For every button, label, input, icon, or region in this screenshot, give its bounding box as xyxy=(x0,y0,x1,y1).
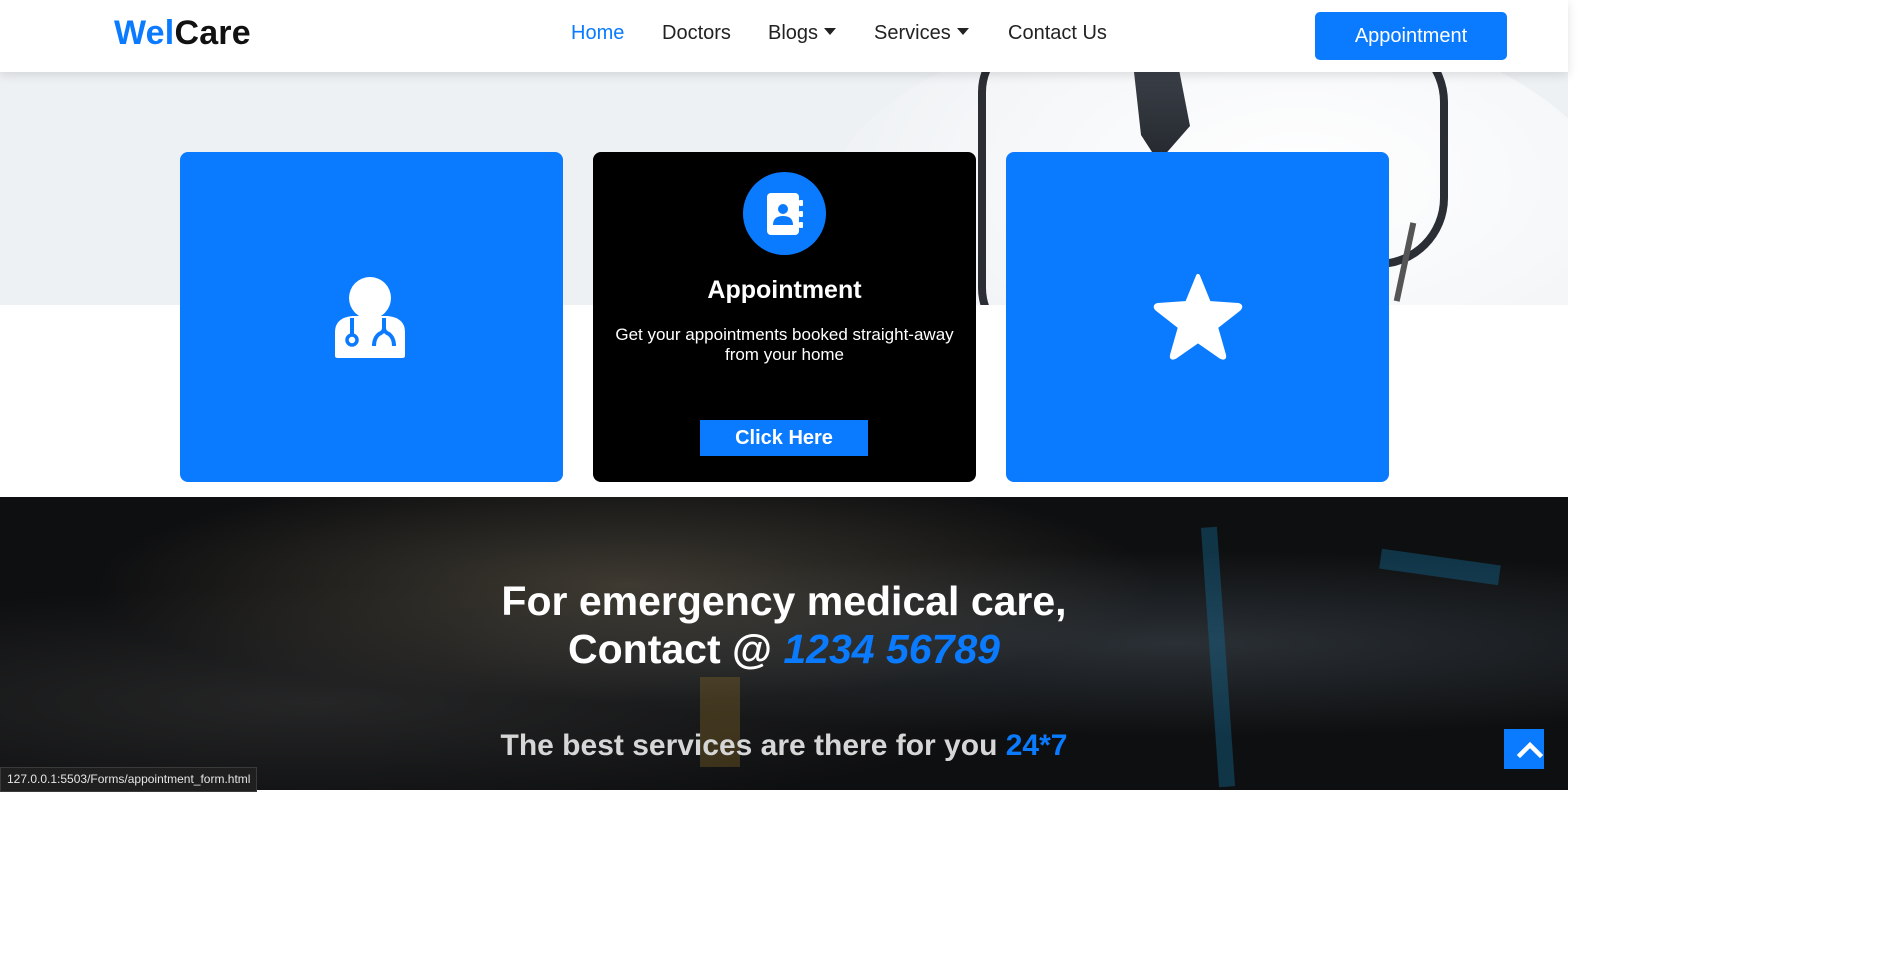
star-icon xyxy=(1153,274,1243,360)
logo-part-wel: Wel xyxy=(114,14,175,52)
contact-prefix: Contact @ xyxy=(568,626,784,672)
card-appointment: Appointment Get your appointments booked… xyxy=(593,152,976,482)
nav-doctors[interactable]: Doctors xyxy=(662,22,731,45)
nav-blogs[interactable]: Blogs xyxy=(768,22,837,45)
address-book-icon-circle xyxy=(743,172,826,255)
emergency-line-1: For emergency medical care, xyxy=(501,578,1067,624)
nav-home[interactable]: Home xyxy=(571,22,624,45)
nav-blogs-label: Blogs xyxy=(768,22,819,44)
nav-services-label: Services xyxy=(874,22,951,44)
emergency-heading: For emergency medical care, Contact @ 12… xyxy=(0,577,1568,673)
doctor-icon xyxy=(335,277,405,358)
emergency-line-2: Contact @ 1234 56789 xyxy=(0,625,1568,673)
click-here-button[interactable]: Click Here xyxy=(700,420,868,456)
address-book-icon xyxy=(767,193,803,235)
site-header: WelCare Home Doctors Blogs Services Cont… xyxy=(0,0,1568,72)
caret-down-icon xyxy=(956,28,969,36)
emergency-phone[interactable]: 1234 56789 xyxy=(783,626,1000,672)
scroll-to-top-button[interactable] xyxy=(1504,729,1544,769)
card-reviews[interactable] xyxy=(1006,152,1389,482)
card-doctors[interactable] xyxy=(180,152,563,482)
appointment-button[interactable]: Appointment xyxy=(1315,12,1507,60)
subtitle-text: The best services are there for you xyxy=(500,729,1006,762)
logo-part-care: Care xyxy=(174,14,251,52)
emergency-subtitle: The best services are there for you 24*7 xyxy=(0,729,1568,763)
card-description: Get your appointments booked straight-aw… xyxy=(615,325,954,364)
caret-down-icon xyxy=(824,28,837,36)
card-title: Appointment xyxy=(707,276,862,304)
nav-contact-us[interactable]: Contact Us xyxy=(1008,22,1107,45)
emergency-section: For emergency medical care, Contact @ 12… xyxy=(0,497,1568,790)
subtitle-highlight: 24*7 xyxy=(1005,729,1068,762)
chevron-up-icon xyxy=(1516,741,1544,759)
browser-status-url: 127.0.0.1:5503/Forms/appointment_form.ht… xyxy=(0,767,258,792)
logo[interactable]: WelCare xyxy=(114,14,251,53)
nav-services[interactable]: Services xyxy=(874,22,969,45)
